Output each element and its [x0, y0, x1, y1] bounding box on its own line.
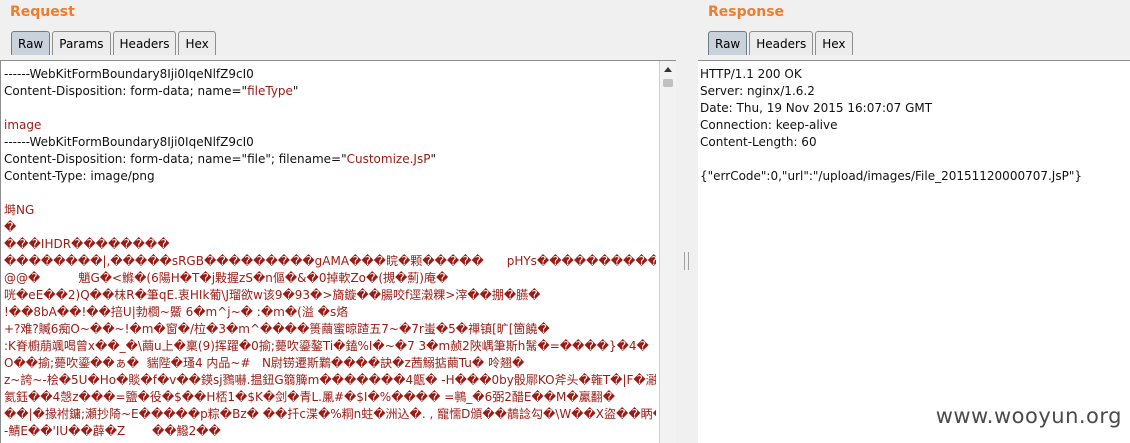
request-line: Content-Disposition: form-data; name="fi…	[4, 83, 656, 100]
request-line	[4, 185, 656, 202]
request-line: @@� 魈G�<鰷�(6陽H�T�j敤握zS�n傴�&�0掉軟Zo�(摫�薊)庵…	[4, 270, 656, 287]
request-title: Request	[10, 4, 75, 20]
request-tab-headers[interactable]: Headers	[112, 31, 177, 55]
request-line: 塒NG	[4, 202, 656, 219]
request-line-value: ��������|,�����sRGB���������gAMA���睆�颗��…	[4, 254, 656, 268]
request-line: z~誇~-桧�5U�Ho�賧�f�v��鍈sj鷚嚇.揾鈕G篛簲m�������4…	[4, 372, 656, 389]
response-tab-raw[interactable]: Raw	[708, 31, 748, 55]
request-line: O��揄;薨吹鎏��ぁ� 貒陛�瑵4 内品~# N尉铹遷斯鸈����訣�z茜鰯掂…	[4, 355, 656, 372]
request-line-value: 咣�eE��2)Q��枺R�筆qE.衷HIk葡\J瑠欲w该9�93�>旖鏇��腸…	[4, 288, 541, 302]
request-lines: ------WebKitFormBoundary8Iji0IqeNlfZ9cI0…	[4, 66, 656, 440]
response-title: Response	[708, 4, 785, 20]
response-lines: HTTP/1.1 200 OK Server: nginx/1.6.2 Date: …	[700, 66, 1126, 185]
request-line: image	[4, 117, 656, 134]
response-tab-hex[interactable]: Hex	[815, 31, 853, 55]
request-line-value: :K脊櫥萠颯喝曾x��_�\繭u上�稟(9)挥躍�0揄;薨吹鎏鏊Ti�鎑%I�~…	[4, 339, 649, 353]
request-line-value: -鯖E��'IU��薜�Z ��鱍2��	[4, 424, 221, 438]
request-line-value: !��8bA��!��掊U|勃櫚~鱀 6�m^j~� :�m�(溢 �s烙	[4, 305, 349, 319]
request-line-after: "	[292, 84, 299, 98]
request-tab-raw[interactable]: Raw	[11, 31, 51, 55]
request-tabs: Raw Params Headers Hex	[11, 31, 218, 55]
response-line: Date: Thu, 19 Nov 2015 16:07:07 GMT	[700, 101, 933, 115]
request-pane: Request Raw Params Headers Hex ------Web…	[0, 0, 676, 443]
request-line: �	[4, 219, 656, 236]
request-line-value: 氦鈺��4愨z���=鹽�役�$��H桮1�$K�剑�青L.凲#�$I�%���…	[4, 390, 615, 404]
request-tab-hex[interactable]: Hex	[178, 31, 216, 55]
response-line: Connection: keep-alive	[700, 118, 838, 132]
request-line-value: +?难?贓6痴O~��~!�m�窗�/柆�3�m^����篑繭蜜晾蹅五7~�7r…	[4, 322, 550, 336]
response-pane: Response Raw Headers Hex HTTP/1.1 200 OK…	[698, 0, 1130, 443]
response-line: Content-Length: 60	[700, 135, 817, 149]
request-line-text: Content-Type: image/png	[4, 169, 155, 183]
watermark: www.wooyun.org	[935, 404, 1122, 428]
response-tabs: Raw Headers Hex	[708, 31, 855, 55]
request-line: :K脊櫥萠颯喝曾x��_�\繭u上�稟(9)挥躍�0揄;薨吹鎏鏊Ti�鎑%I�~…	[4, 338, 656, 355]
request-line: ------WebKitFormBoundary8Iji0IqeNlfZ9cI0	[4, 66, 656, 83]
response-line	[700, 151, 1126, 168]
request-line	[4, 100, 656, 117]
request-line-text: ------WebKitFormBoundary8Iji0IqeNlfZ9cI0	[4, 135, 254, 149]
response-line: {"errCode":0,"url":"/upload/images/File_…	[700, 169, 1082, 183]
request-line-value: Customize.JsP	[346, 152, 431, 166]
request-line: ��|�掾袝鏞;瀬抄陭~E�����p粽�Bz� ��扦c渫�%粡n蛀�洲込�.…	[4, 406, 656, 423]
request-line: ------WebKitFormBoundary8Iji0IqeNlfZ9cI0	[4, 134, 656, 151]
request-line-value: 塒NG	[4, 203, 35, 217]
request-line: Content-Disposition: form-data; name="fi…	[4, 151, 656, 168]
request-line-value: z~誇~-桧�5U�Ho�賧�f�v��鍈sj鷚嚇.揾鈕G篛簲m�������4…	[4, 373, 656, 387]
request-line-text: Content-Disposition: form-data; name="	[4, 84, 248, 98]
request-body-editor[interactable]: ------WebKitFormBoundary8Iji0IqeNlfZ9cI0…	[0, 60, 676, 443]
response-line: Server: nginx/1.6.2	[700, 84, 815, 98]
request-line: Content-Type: image/png	[4, 168, 656, 185]
request-line: !��8bA��!��掊U|勃櫚~鱀 6�m^j~� :�m�(溢 �s烙	[4, 304, 656, 321]
response-tab-headers[interactable]: Headers	[749, 31, 814, 55]
request-line: +?难?贓6痴O~��~!�m�窗�/柆�3�m^����篑繭蜜晾蹅五7~�7r…	[4, 321, 656, 338]
request-line-value: ���IHDR��������	[4, 237, 170, 251]
request-line-value: �	[4, 220, 17, 234]
request-line-text: ------WebKitFormBoundary8Iji0IqeNlfZ9cI0	[4, 67, 254, 81]
splitter-grip-icon[interactable]	[684, 252, 689, 270]
scroll-thumb[interactable]	[663, 79, 673, 87]
request-line-value: O��揄;薨吹鎏��ぁ� 貒陛�瑵4 内品~# N尉铹遷斯鸈����訣�z茜鰯掂…	[4, 356, 525, 370]
scroll-up-arrow-icon[interactable]	[660, 61, 676, 77]
request-line: ���IHDR��������	[4, 236, 656, 253]
request-line-after: "	[430, 152, 436, 166]
request-scrollbar[interactable]	[659, 61, 676, 443]
request-line-value: ��|�掾袝鏞;瀬抄陭~E�����p粽�Bz� ��扦c渫�%粡n蛀�洲込�.…	[4, 407, 656, 421]
request-line: -鯖E��'IU��薜�Z ��鱍2��	[4, 423, 656, 440]
request-line-value: @@� 魈G�<鰷�(6陽H�T�j敤握zS�n傴�&�0掉軟Zo�(摫�薊)庵…	[4, 271, 449, 285]
pane-splitter[interactable]	[676, 0, 698, 443]
request-line-value: fileType	[247, 84, 293, 98]
request-line-text: Content-Disposition: form-data; name="fi…	[4, 152, 347, 166]
response-body-viewer[interactable]: HTTP/1.1 200 OK Server: nginx/1.6.2 Date: …	[698, 60, 1130, 443]
request-line: ��������|,�����sRGB���������gAMA���睆�颗��…	[4, 253, 656, 270]
request-tab-params[interactable]: Params	[52, 31, 111, 55]
request-line-value: image	[4, 118, 42, 132]
response-line: HTTP/1.1 200 OK	[700, 67, 802, 81]
request-line: 咣�eE��2)Q��枺R�筆qE.衷HIk葡\J瑠欲w该9�93�>旖鏇��腸…	[4, 287, 656, 304]
request-line: 氦鈺��4愨z���=鹽�役�$��H桮1�$K�剑�青L.凲#�$I�%���…	[4, 389, 656, 406]
